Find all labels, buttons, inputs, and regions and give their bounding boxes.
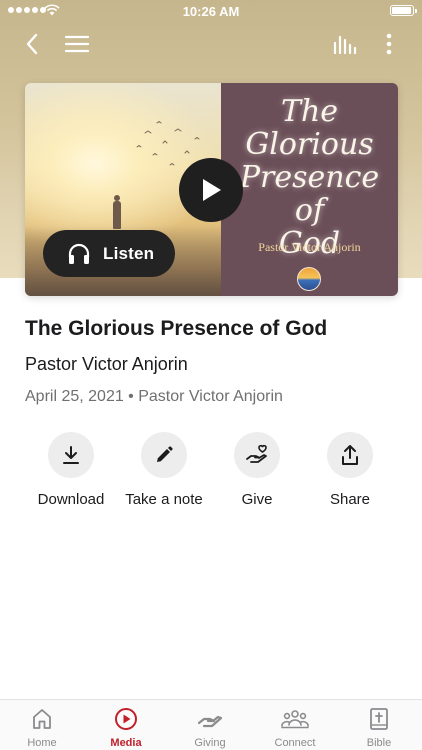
status-bar: 10:26 AM [0,0,422,22]
give-icon [246,444,267,463]
sermon-speaker: Pastor Victor Anjorin [25,354,188,374]
headphones-icon [68,243,90,264]
take-note-circle [141,432,187,478]
give-circle [234,432,280,478]
bible-icon [370,708,388,730]
people-icon [281,710,309,729]
tab-giving[interactable]: Giving [168,706,252,749]
download-label: Download [37,491,105,508]
artwork-panel: The Glorious Presence of God Pastor Vict… [221,83,398,296]
play-circle-icon [115,708,137,730]
artwork-subtitle: Pastor Victor Anjorin [258,240,361,254]
tab-connect-label: Connect [274,737,316,749]
artwork-title-line: Glorious [245,127,374,162]
artwork-title-line: The [280,94,339,129]
equalizer-icon [333,35,357,54]
tab-home-label: Home [27,737,57,749]
chevron-left-icon [26,33,38,55]
listen-label: Listen [103,243,155,263]
download-button[interactable]: Download [21,432,121,508]
status-time: 10:26 AM [182,4,240,19]
play-button[interactable] [179,158,243,222]
tab-bible-label: Bible [366,737,392,749]
share-label: Share [329,491,371,508]
tab-home[interactable]: Home [0,706,84,749]
tab-connect[interactable]: Connect [253,706,337,749]
more-button[interactable] [375,30,403,58]
hamburger-icon [65,35,89,53]
take-note-button[interactable]: Take a note [114,432,214,508]
take-note-label: Take a note [125,491,203,508]
tab-media[interactable]: Media [84,706,168,749]
tab-giving-label: Giving [194,737,226,749]
share-icon [342,445,358,465]
give-button[interactable]: Give [207,432,307,508]
sermon-title: The Glorious Presence of God [25,317,328,340]
back-button[interactable] [18,30,46,58]
sermon-meta: April 25, 2021 • Pastor Victor Anjorin [25,388,283,405]
battery-icon [390,5,417,16]
home-icon [33,709,51,729]
share-button[interactable]: Share [300,432,400,508]
tab-bible[interactable]: Bible [337,706,421,749]
church-logo [297,267,321,291]
artwork-title: The Glorious Presence of God [221,95,398,260]
more-vertical-icon [386,33,392,55]
giving-icon [197,715,223,728]
tab-media-label: Media [110,737,142,749]
artwork-title-line: Presence of [239,160,380,228]
menu-button[interactable] [63,30,91,58]
play-icon [203,179,221,201]
share-circle [327,432,373,478]
download-icon [63,446,79,464]
tab-bar: Home Media Giving Connect Bible [0,699,422,750]
give-label: Give [241,491,273,508]
pencil-icon [157,446,173,462]
audio-button[interactable] [331,30,359,58]
listen-button[interactable]: Listen [43,230,175,277]
download-circle [48,432,94,478]
